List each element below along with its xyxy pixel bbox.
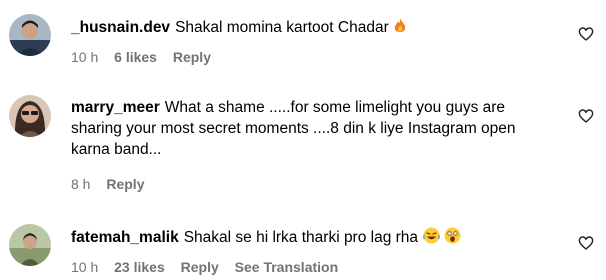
avatar[interactable] [9,224,51,266]
comment-meta: 8 h Reply [71,176,156,192]
comment-username[interactable]: _husnain.dev [71,19,170,36]
comment-username[interactable]: marry_meer [71,99,160,116]
comment-time: 8 h [71,176,91,192]
shocked-emoji [444,227,461,250]
comment-body: Shakal momina kartoot Chadar [175,19,389,36]
likes-count[interactable]: 6 likes [114,49,157,65]
laughing-emoji [423,227,440,250]
comment-text: marry_meer What a shame .....for some lim… [71,97,551,160]
heart-icon[interactable] [578,26,594,42]
fire-emoji [393,18,407,40]
reply-button[interactable]: Reply [181,259,219,275]
comment-username[interactable]: fatemah_malik [71,229,179,246]
comment-meta: 10 h 6 likes Reply [71,49,223,65]
comment-text: _husnain.dev Shakal momina kartoot Chadar [71,17,541,40]
avatar[interactable] [9,95,51,137]
reply-button[interactable]: Reply [106,176,144,192]
comment-meta: 10 h 23 likes Reply See Translation [71,259,350,275]
reply-button[interactable]: Reply [173,49,211,65]
comment-text: fatemah_malik Shakal se hi lrka tharki pr… [71,227,541,250]
comment-time: 10 h [71,259,99,275]
heart-icon[interactable] [578,235,594,251]
avatar[interactable] [9,14,51,56]
likes-count[interactable]: 23 likes [114,259,165,275]
comment-time: 10 h [71,49,99,65]
heart-icon[interactable] [578,108,594,124]
comment-body: Shakal se hi lrka tharki pro lag rha [183,229,419,246]
see-translation-link[interactable]: See Translation [235,259,338,275]
